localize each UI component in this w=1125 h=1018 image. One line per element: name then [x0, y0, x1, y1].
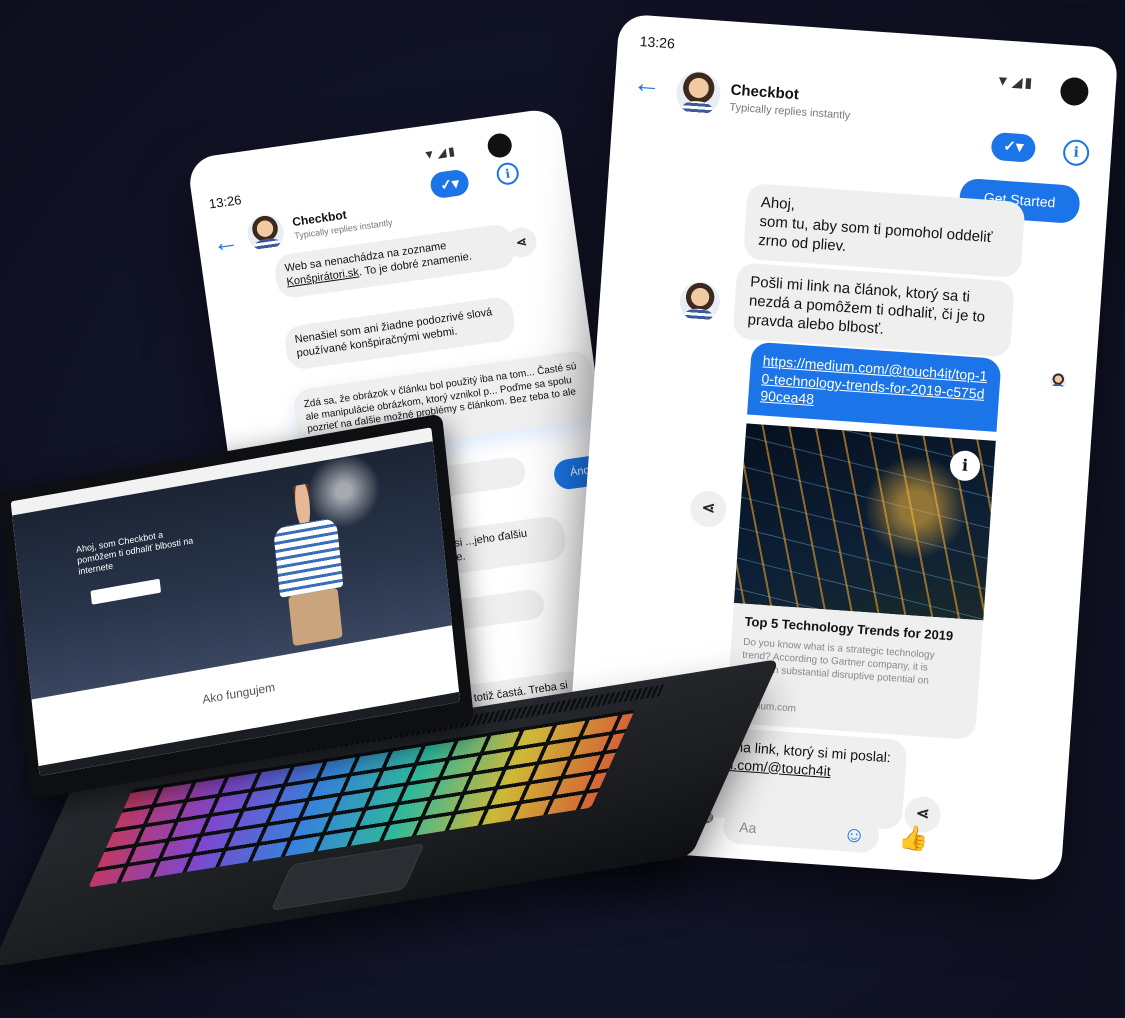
bot-avatar: [678, 280, 722, 324]
section-title: Ako fungujem: [201, 679, 276, 707]
camera-dot: [1059, 76, 1090, 107]
emoji-icon[interactable]: ☺: [842, 821, 866, 849]
laptop: Ahoj, som Checkbot a pomôžem ti odhaliť …: [0, 413, 780, 990]
signal-icons: ▼◢▮: [422, 143, 458, 163]
character-pants: [288, 587, 343, 647]
hero-banner: Ahoj, som Checkbot a pomôžem ti odhaliť …: [12, 441, 453, 700]
back-arrow-icon[interactable]: ←: [210, 225, 240, 259]
info-icon[interactable]: i: [1062, 138, 1091, 167]
user-link-bubble[interactable]: https://medium.com/@touch4it/top-10-tech…: [747, 341, 1002, 432]
info-icon[interactable]: i: [495, 161, 521, 187]
done-menu-button[interactable]: ✓▾: [990, 131, 1037, 163]
laptop-screen: Ahoj, som Checkbot a pomôžem ti odhaliť …: [10, 427, 461, 777]
bot-avatar: [245, 212, 286, 254]
camera-dot: [486, 131, 514, 160]
back-arrow-icon[interactable]: ←: [632, 67, 662, 101]
bot-status: Typically replies instantly: [729, 101, 851, 122]
status-time: 13:26: [208, 192, 243, 212]
user-avatar: [1049, 372, 1067, 390]
bot-name: Checkbot: [730, 81, 800, 104]
bot-avatar: [674, 69, 722, 117]
done-menu-button[interactable]: ✓▾: [428, 168, 471, 200]
status-time: 13:26: [639, 33, 676, 52]
hero-button[interactable]: [90, 578, 162, 605]
character-shirt: [272, 517, 344, 598]
info-icon[interactable]: i: [949, 449, 982, 482]
like-icon[interactable]: 👍: [898, 823, 930, 854]
article-image[interactable]: i: [733, 423, 996, 621]
hero-text: Ahoj, som Checkbot a pomôžem ti odhaliť …: [75, 529, 194, 577]
message-bubble: Nenašiel som ani žiadne podozrivé slová …: [282, 295, 517, 371]
signal-icons: ▼◢▮: [995, 72, 1035, 91]
message-link[interactable]: https://medium.com/@touch4it/top-10-tech…: [760, 352, 988, 407]
